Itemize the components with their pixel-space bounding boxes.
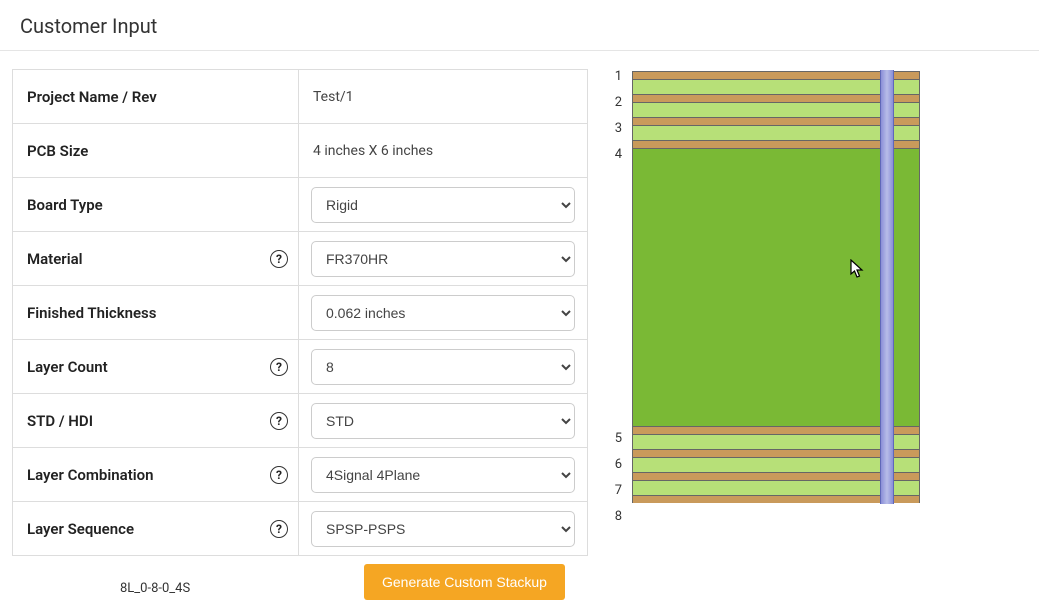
layer-num-3: 3 [608, 121, 622, 136]
prepreg-2 [632, 125, 920, 140]
customer-input-table: Project Name / Rev Test/1 PCB Size 4 inc… [12, 69, 588, 556]
core-1 [632, 102, 920, 117]
layer-8-copper [632, 495, 920, 503]
board-type-label: Board Type [13, 178, 299, 232]
layer-3-copper [632, 117, 920, 125]
material-label: Material ? [13, 232, 299, 286]
core-center [632, 148, 920, 426]
core-2 [632, 457, 920, 472]
page-title: Customer Input [0, 0, 1039, 51]
layer-num-7: 7 [608, 483, 622, 498]
layer-5-copper [632, 426, 920, 434]
layer-count-help-icon[interactable]: ? [270, 358, 288, 376]
prepreg-4 [632, 480, 920, 495]
pcb-size-label: PCB Size [13, 124, 299, 178]
layer-sequence-help-icon[interactable]: ? [270, 520, 288, 538]
generate-button[interactable]: Generate Custom Stackup [364, 564, 565, 600]
layer-num-2: 2 [608, 95, 622, 110]
board-type-select[interactable]: Rigid [311, 187, 575, 223]
layer-2-copper [632, 94, 920, 102]
layer-num-4: 4 [608, 147, 622, 162]
layer-sequence-select[interactable]: SPSP-PSPS [311, 511, 575, 547]
project-name-label: Project Name / Rev [13, 70, 299, 124]
through-via [880, 70, 894, 504]
material-help-icon[interactable]: ? [270, 250, 288, 268]
prepreg-1 [632, 79, 920, 94]
layer-count-label: Layer Count ? [13, 340, 299, 394]
layer-num-6: 6 [608, 457, 622, 472]
layer-num-5: 5 [608, 431, 622, 446]
material-select[interactable]: FR370HR [311, 241, 575, 277]
std-hdi-label: STD / HDI ? [13, 394, 299, 448]
layer-7-copper [632, 472, 920, 480]
stackup-visualization: 1 2 3 4 5 6 7 8 [628, 71, 938, 503]
std-hdi-help-icon[interactable]: ? [270, 412, 288, 430]
finished-thickness-label: Finished Thickness [13, 286, 299, 340]
stackup-code: 8L_0-8-0_4S [120, 581, 190, 596]
prepreg-3 [632, 434, 920, 449]
std-hdi-select[interactable]: STD [311, 403, 575, 439]
layer-1-copper [632, 71, 920, 79]
layer-6-copper [632, 449, 920, 457]
layer-4-copper [632, 140, 920, 148]
layer-sequence-label: Layer Sequence ? [13, 502, 299, 556]
project-name-value: Test/1 [299, 70, 588, 124]
finished-thickness-select[interactable]: 0.062 inches [311, 295, 575, 331]
layer-num-1: 1 [608, 69, 622, 84]
layer-combination-label: Layer Combination ? [13, 448, 299, 502]
layer-combination-help-icon[interactable]: ? [270, 466, 288, 484]
layer-num-8: 8 [608, 509, 622, 524]
layer-combination-select[interactable]: 4Signal 4Plane [311, 457, 575, 493]
pcb-size-value: 4 inches X 6 inches [299, 124, 588, 178]
layer-count-select[interactable]: 8 [311, 349, 575, 385]
